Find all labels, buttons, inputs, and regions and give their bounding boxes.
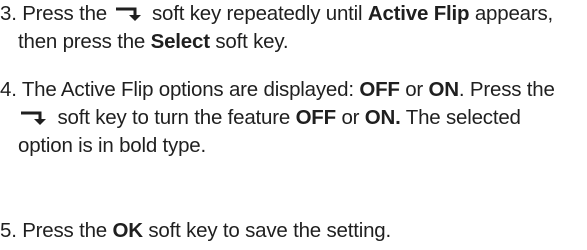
step-text: or (405, 78, 424, 101)
step-text: The selected (405, 106, 521, 129)
step-3: 3. Press the soft key repeatedly until A… (0, 0, 553, 56)
step-3-line-1: 3. Press the soft key repeatedly until A… (0, 0, 553, 28)
down-right-arrow-icon (20, 106, 50, 134)
step-3-line-2: then press the Select soft key. (0, 28, 553, 56)
instruction-page: 3. Press the soft key repeatedly until A… (0, 0, 587, 250)
step-text: soft key repeatedly until (152, 2, 363, 25)
step-text: or (341, 106, 360, 129)
step-4: 4. The Active Flip options are displayed… (0, 76, 555, 160)
bold-term: ON (428, 78, 460, 101)
step-4-line-2: soft key to turn the feature OFF or ON. … (0, 104, 555, 132)
step-text: The Active Flip options are displayed: (21, 78, 354, 101)
step-text: appears, (474, 2, 554, 25)
bold-term: OFF (295, 106, 337, 129)
step-text: then press the (18, 30, 146, 53)
step-4-line-1: 4. The Active Flip options are displayed… (0, 76, 555, 104)
down-right-arrow-icon (115, 2, 145, 30)
step-number: 3. (0, 2, 17, 25)
bold-term: Select (150, 30, 210, 53)
step-text: option is in bold type. (18, 134, 206, 157)
step-5-line-1: 5. Press the OK soft key to save the set… (0, 217, 391, 245)
step-number: 5. (0, 219, 17, 242)
step-text: . Press the (458, 78, 555, 101)
bold-term: OFF (359, 78, 400, 101)
step-number: 4. (0, 78, 17, 101)
step-text: Press the (22, 219, 107, 242)
step-text: soft key to turn the feature (57, 106, 291, 129)
step-text: soft key. (215, 30, 289, 53)
step-5: 5. Press the OK soft key to save the set… (0, 217, 391, 245)
bold-term: ON. (364, 106, 401, 129)
bold-term: Active Flip (367, 2, 470, 25)
step-text: soft key to save the setting. (148, 219, 391, 242)
step-4-line-3: option is in bold type. (0, 132, 555, 160)
step-text: Press the (22, 2, 107, 25)
bold-term: OK (112, 219, 144, 242)
